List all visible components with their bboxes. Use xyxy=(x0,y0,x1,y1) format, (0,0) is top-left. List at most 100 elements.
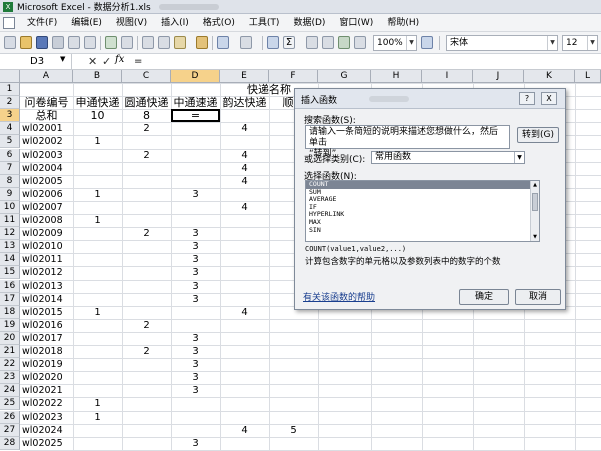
cell[interactable]: wl02007 xyxy=(20,201,73,214)
undo-icon[interactable] xyxy=(217,36,229,49)
function-list-item[interactable]: HYPERLINK xyxy=(306,211,539,219)
cell[interactable]: 3 xyxy=(171,437,220,450)
row-header[interactable]: 13 xyxy=(0,240,20,254)
scroll-up-icon[interactable]: ▲ xyxy=(531,181,539,189)
row-header[interactable]: 8 xyxy=(0,174,20,188)
spelling-icon[interactable] xyxy=(105,36,117,49)
cell[interactable]: 2 xyxy=(122,122,171,135)
cell[interactable]: 1 xyxy=(73,135,122,148)
cancel-icon[interactable]: ✕ xyxy=(88,55,97,68)
cell[interactable]: 3 xyxy=(171,358,220,371)
cell[interactable]: 3 xyxy=(171,266,220,279)
chevron-down-icon[interactable]: ▼ xyxy=(547,36,557,50)
row-header[interactable]: 21 xyxy=(0,345,20,359)
cell[interactable]: 4 xyxy=(220,122,269,135)
cell[interactable]: 4 xyxy=(220,175,269,188)
redo-icon[interactable] xyxy=(240,36,252,49)
menu-format[interactable]: 格式(O) xyxy=(196,14,242,32)
column-header[interactable]: D xyxy=(171,70,220,83)
cell[interactable]: wl02001 xyxy=(20,122,73,135)
menu-tools[interactable]: 工具(T) xyxy=(242,14,287,32)
close-icon[interactable]: X xyxy=(541,92,557,105)
scroll-thumb[interactable] xyxy=(532,193,538,211)
copy-icon[interactable] xyxy=(158,36,170,49)
help-icon[interactable] xyxy=(421,36,433,49)
row-header[interactable]: 9 xyxy=(0,187,20,201)
row-header[interactable]: 27 xyxy=(0,423,20,437)
cell[interactable]: 圆通快递 xyxy=(122,96,171,109)
cell[interactable]: = xyxy=(171,109,220,122)
column-header[interactable]: F xyxy=(269,70,318,83)
column-header[interactable]: C xyxy=(122,70,171,83)
cell[interactable]: 4 xyxy=(220,306,269,319)
function-list[interactable]: COUNT SUM AVERAGE IF HYPERLINK MAX SIN ▲ ▼ xyxy=(305,180,540,242)
drawing-icon[interactable] xyxy=(354,36,366,49)
ok-button[interactable]: 确定 xyxy=(459,289,509,305)
row-header[interactable]: 14 xyxy=(0,253,20,267)
cell[interactable]: 2 xyxy=(122,227,171,240)
autosum-icon[interactable]: Σ xyxy=(283,36,295,49)
print-icon[interactable] xyxy=(68,36,80,49)
cell[interactable]: wl02014 xyxy=(20,293,73,306)
cell[interactable]: 3 xyxy=(171,188,220,201)
cell[interactable]: 3 xyxy=(171,280,220,293)
cell[interactable]: wl02011 xyxy=(20,253,73,266)
menu-window[interactable]: 窗口(W) xyxy=(332,14,380,32)
paste-icon[interactable] xyxy=(174,36,186,49)
cell[interactable]: 1 xyxy=(73,397,122,410)
cell[interactable]: 2 xyxy=(122,149,171,162)
cell[interactable]: wl02024 xyxy=(20,424,73,437)
research-icon[interactable] xyxy=(121,36,133,49)
cell[interactable]: 总和 xyxy=(20,109,73,122)
function-list-item[interactable]: MAX xyxy=(306,218,539,227)
formula-input[interactable]: = xyxy=(134,54,142,70)
row-header[interactable]: 2 xyxy=(0,96,20,110)
insert-function-icon[interactable]: fx xyxy=(115,54,124,65)
column-header[interactable]: I xyxy=(422,70,473,83)
cell[interactable]: wl02013 xyxy=(20,280,73,293)
cell[interactable]: wl02018 xyxy=(20,345,73,358)
column-header[interactable]: G xyxy=(318,70,371,83)
cell[interactable]: 1 xyxy=(73,306,122,319)
cell[interactable]: 8 xyxy=(122,109,171,122)
menu-file[interactable]: 文件(F) xyxy=(20,14,64,32)
function-list-item[interactable]: SIN xyxy=(306,226,539,235)
cell[interactable]: wl02003 xyxy=(20,149,73,162)
row-header[interactable]: 3 xyxy=(0,109,20,123)
cell[interactable]: 2 xyxy=(122,319,171,332)
row-header[interactable]: 16 xyxy=(0,279,20,293)
hyperlink-icon[interactable] xyxy=(267,36,279,49)
permission-icon[interactable] xyxy=(52,36,64,49)
cell[interactable]: wl02023 xyxy=(20,411,73,424)
column-header[interactable]: A xyxy=(20,70,73,83)
cell[interactable]: 3 xyxy=(171,371,220,384)
cell[interactable]: wl02022 xyxy=(20,397,73,410)
open-icon[interactable] xyxy=(20,36,32,49)
menu-insert[interactable]: 插入(I) xyxy=(154,14,196,32)
row-header[interactable]: 7 xyxy=(0,161,20,175)
row-header[interactable]: 1 xyxy=(0,83,20,97)
cell[interactable]: 3 xyxy=(171,293,220,306)
cell[interactable]: 4 xyxy=(220,162,269,175)
cell[interactable]: wl02016 xyxy=(20,319,73,332)
cell[interactable]: wl02008 xyxy=(20,214,73,227)
cell[interactable]: 3 xyxy=(171,384,220,397)
cell[interactable]: 4 xyxy=(220,149,269,162)
column-header[interactable]: K xyxy=(524,70,575,83)
cell[interactable]: wl02021 xyxy=(20,384,73,397)
goto-button[interactable]: 转到(G) xyxy=(517,127,559,143)
cell[interactable]: 申通快递 xyxy=(73,96,122,109)
function-list-item[interactable]: AVERAGE xyxy=(306,196,539,204)
font-name-combo[interactable]: 宋体 ▼ xyxy=(446,35,558,51)
cell[interactable]: wl02002 xyxy=(20,135,73,148)
row-header[interactable]: 24 xyxy=(0,384,20,398)
cell[interactable]: wl02019 xyxy=(20,358,73,371)
function-help-link[interactable]: 有关该函数的帮助 xyxy=(303,290,375,303)
cell[interactable]: wl02009 xyxy=(20,227,73,240)
category-select[interactable]: 常用函数 ▼ xyxy=(371,151,525,164)
cell[interactable]: wl02005 xyxy=(20,175,73,188)
cell[interactable]: wl02015 xyxy=(20,306,73,319)
function-list-item[interactable]: COUNT xyxy=(306,181,539,189)
column-header[interactable]: B xyxy=(73,70,122,83)
column-header[interactable]: L xyxy=(575,70,601,83)
